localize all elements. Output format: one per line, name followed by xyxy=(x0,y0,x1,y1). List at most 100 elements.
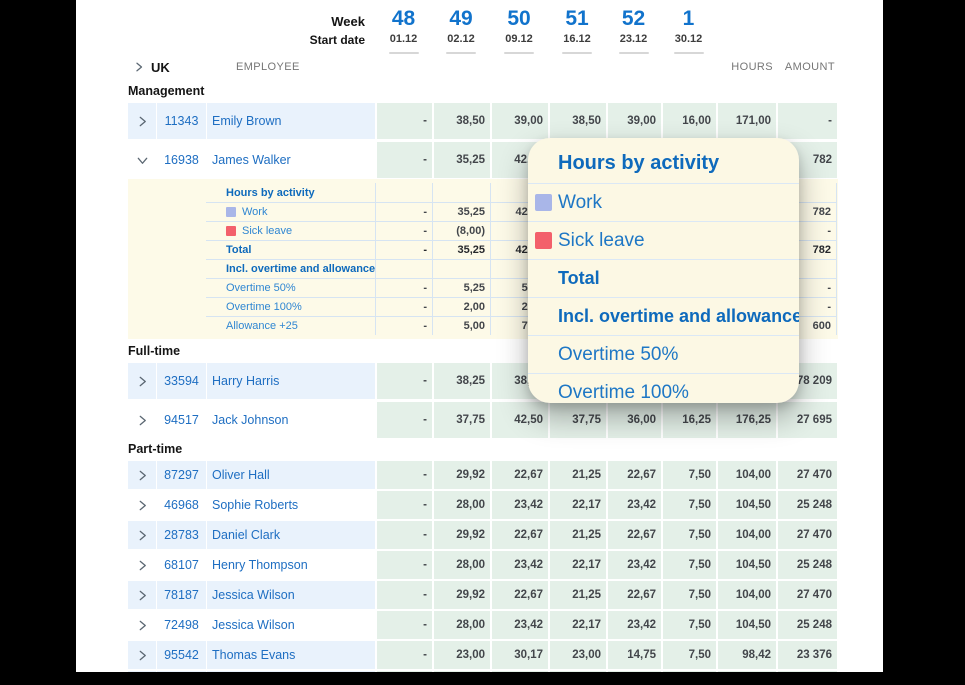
row-expander[interactable] xyxy=(128,671,156,672)
chevron-right-icon[interactable] xyxy=(137,650,148,661)
week-column: 50 09.12 xyxy=(490,6,548,54)
row-expander[interactable] xyxy=(128,641,156,669)
row-expander[interactable] xyxy=(128,461,156,489)
row-expander[interactable] xyxy=(128,103,156,139)
employee-name[interactable] xyxy=(206,671,375,672)
week-column: 1 30.12 xyxy=(661,6,716,54)
cell-value: 171,00 xyxy=(716,103,776,139)
chevron-right-icon[interactable] xyxy=(137,620,148,631)
activity-label: Incl. overtime and allowance xyxy=(206,259,375,278)
cell-value: 16,25 xyxy=(661,402,716,438)
row-expander[interactable] xyxy=(128,402,156,438)
employee-id[interactable]: 28783 xyxy=(156,521,206,549)
employee-id[interactable]: 11343 xyxy=(156,103,206,139)
week-underline xyxy=(674,52,704,54)
employee-id[interactable]: 68107 xyxy=(156,551,206,579)
employee-name[interactable]: Oliver Hall xyxy=(206,461,375,489)
cell-value: 27 470 xyxy=(776,461,837,489)
cell-value xyxy=(490,671,548,672)
chevron-right-icon[interactable] xyxy=(137,530,148,541)
employee-name[interactable]: Emily Brown xyxy=(206,103,375,139)
cell-value: 30,17 xyxy=(490,641,548,669)
row-expander[interactable] xyxy=(128,521,156,549)
week-number[interactable]: 49 xyxy=(432,6,490,32)
chevron-down-icon[interactable] xyxy=(137,155,148,166)
chevron-right-icon[interactable] xyxy=(137,470,148,481)
week-column: 52 23.12 xyxy=(606,6,661,54)
hours-by-activity-popup: Hours by activity WorkSick leaveTotalInc… xyxy=(528,138,799,403)
activity-label: Overtime 50% xyxy=(206,278,375,297)
popup-items: WorkSick leaveTotalIncl. overtime and al… xyxy=(528,183,799,403)
cell-value: 25 248 xyxy=(776,551,837,579)
employee-name[interactable]: Jessica Wilson xyxy=(206,611,375,639)
cell-value: - xyxy=(375,461,432,489)
cell-value: - xyxy=(375,491,432,519)
week-start-date: 30.12 xyxy=(661,33,716,46)
week-header: Week Start date 48 01.12 49 02.12 50 09.… xyxy=(128,6,716,54)
employee-id[interactable]: 78187 xyxy=(156,581,206,609)
amount-column-header: AMOUNT xyxy=(776,61,837,73)
week-number[interactable]: 50 xyxy=(490,6,548,32)
cell-value: 23,00 xyxy=(432,641,490,669)
cell-value: - xyxy=(375,641,432,669)
row-expander[interactable] xyxy=(128,142,156,178)
row-expander[interactable] xyxy=(128,363,156,399)
cell-value: - xyxy=(375,581,432,609)
employee-name[interactable]: Jack Johnson xyxy=(206,402,375,438)
cell-value: - xyxy=(375,240,432,259)
employee-name[interactable]: Sophie Roberts xyxy=(206,491,375,519)
week-number[interactable]: 51 xyxy=(548,6,606,32)
cell-value: 38,50 xyxy=(432,103,490,139)
row-expander[interactable] xyxy=(128,551,156,579)
chevron-right-icon[interactable] xyxy=(137,560,148,571)
cell-value: (8,00) xyxy=(432,221,490,240)
cell-value xyxy=(432,183,490,202)
employee-name[interactable]: Daniel Clark xyxy=(206,521,375,549)
cell-value: 176,25 xyxy=(716,402,776,438)
employee-id[interactable] xyxy=(156,671,206,672)
week-number[interactable]: 1 xyxy=(661,6,716,32)
employee-id[interactable]: 33594 xyxy=(156,363,206,399)
row-expander[interactable] xyxy=(128,611,156,639)
popup-title: Hours by activity xyxy=(528,138,799,175)
cell-value: 39,00 xyxy=(606,103,661,139)
week-number[interactable]: 48 xyxy=(375,6,432,32)
employee-id[interactable]: 94517 xyxy=(156,402,206,438)
employee-id[interactable]: 46968 xyxy=(156,491,206,519)
chevron-right-icon[interactable] xyxy=(137,415,148,426)
chevron-right-icon[interactable] xyxy=(137,376,148,387)
week-underline xyxy=(446,52,476,54)
activity-label: Total xyxy=(206,240,375,259)
employee-id[interactable]: 95542 xyxy=(156,641,206,669)
chevron-right-icon[interactable] xyxy=(134,62,144,72)
cell-value xyxy=(661,671,716,672)
cell-value: 104,00 xyxy=(716,521,776,549)
week-start-date: 02.12 xyxy=(432,33,490,46)
employee-name[interactable]: Thomas Evans xyxy=(206,641,375,669)
cell-value: 23 376 xyxy=(776,641,837,669)
activity-label: Allowance +25 xyxy=(206,316,375,335)
employee-name[interactable]: Jessica Wilson xyxy=(206,581,375,609)
region-group[interactable]: UK xyxy=(128,60,206,75)
partial-row xyxy=(128,671,838,672)
cell-value: 29,92 xyxy=(432,461,490,489)
employee-id[interactable]: 16938 xyxy=(156,142,206,178)
row-expander[interactable] xyxy=(128,581,156,609)
cell-value: 27 695 xyxy=(776,402,837,438)
cell-value: 14,75 xyxy=(606,641,661,669)
cell-value: 2,00 xyxy=(432,297,490,316)
employee-name[interactable]: James Walker xyxy=(206,142,375,178)
employee-id[interactable]: 87297 xyxy=(156,461,206,489)
employee-id[interactable]: 72498 xyxy=(156,611,206,639)
cell-value: 7,50 xyxy=(661,641,716,669)
chevron-right-icon[interactable] xyxy=(137,116,148,127)
employee-name[interactable]: Henry Thompson xyxy=(206,551,375,579)
cell-value xyxy=(548,671,606,672)
cell-value: - xyxy=(375,402,432,438)
row-expander[interactable] xyxy=(128,491,156,519)
chevron-right-icon[interactable] xyxy=(137,500,148,511)
week-number[interactable]: 52 xyxy=(606,6,661,32)
chevron-right-icon[interactable] xyxy=(137,590,148,601)
employee-name[interactable]: Harry Harris xyxy=(206,363,375,399)
table-row: 87297 Oliver Hall -29,9222,6721,2522,677… xyxy=(128,461,838,489)
